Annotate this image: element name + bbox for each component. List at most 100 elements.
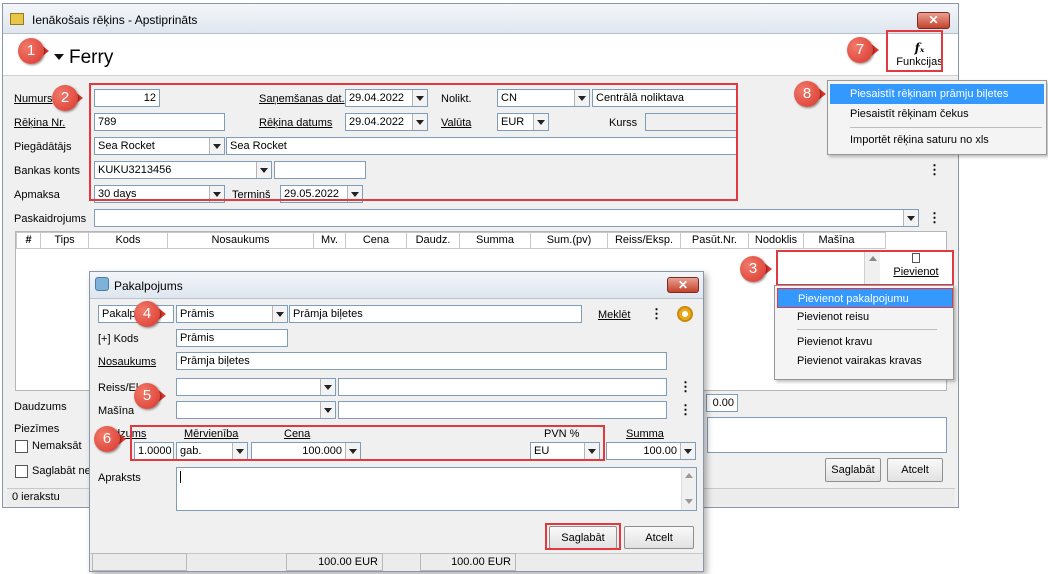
window-close-button[interactable]: ✕ — [917, 12, 950, 29]
annotation-badge-3: 3 — [740, 256, 766, 282]
notes-field[interactable] — [707, 417, 947, 453]
grid-col-header[interactable]: Sum.(pv) — [531, 233, 608, 248]
status-amount-net: 100.00 EUR — [286, 553, 383, 571]
invoice-app-icon — [10, 13, 24, 25]
grid-col-header[interactable]: Kods — [89, 233, 168, 248]
grid-col-header[interactable]: Tips — [41, 233, 89, 248]
explanation-label: Paskaidrojums — [14, 213, 87, 225]
scroll-up-icon[interactable] — [685, 473, 693, 478]
more-options-icon[interactable]: ⋮ — [928, 163, 941, 176]
menu-item-link-ferry-tickets[interactable]: Piesaistīt rēķinam prāmju biļetes — [830, 84, 1044, 104]
description-field[interactable] — [176, 467, 697, 511]
menu-item-add-trip[interactable]: Pievienot reisu — [777, 307, 953, 327]
menu-item-import-xls[interactable]: Importēt rēķina saturu no xls — [830, 130, 1044, 150]
supplier-label: Piegādātājs — [14, 141, 72, 153]
dialog-app-icon — [95, 277, 109, 291]
annotation-badge-5: 5 — [134, 383, 160, 409]
grid-col-header[interactable]: Cena — [346, 233, 407, 248]
sum-value: 100.00 — [643, 445, 677, 457]
settings-gear-icon[interactable] — [677, 306, 693, 322]
grid-col-header[interactable]: Mašīna — [804, 233, 869, 248]
service-dropdown-icon[interactable] — [272, 306, 287, 322]
highlight-header-fields — [89, 83, 738, 201]
payment-label: Apmaksa — [14, 189, 60, 201]
vehicle-dropdown-icon[interactable] — [320, 402, 335, 418]
menu-item-add-cargo[interactable]: Pievienot kravu — [777, 332, 953, 352]
dialog-close-button[interactable]: ✕ — [667, 277, 699, 293]
main-save-button[interactable]: Saglabāt — [825, 458, 881, 482]
menu-item-add-service[interactable]: Pievienot pakalpojumu — [777, 288, 953, 308]
vehicle-label: Mašīna — [98, 405, 135, 417]
chevron-down-icon[interactable] — [54, 54, 64, 60]
description-scrollbar[interactable] — [681, 468, 696, 510]
quantity-total-field: 0.00 — [706, 394, 738, 412]
grid-col-header[interactable]: Pasūt.Nr. — [681, 233, 749, 248]
search-link[interactable]: Meklēt — [598, 309, 630, 321]
main-cancel-button[interactable]: Atcelt — [887, 458, 943, 482]
grid-col-header[interactable]: Nodoklis — [749, 233, 804, 248]
grid-col-header[interactable]: Nosaukums — [168, 233, 314, 248]
service-code-value: Prāmis — [180, 308, 215, 320]
annotation-badge-6: 6 — [94, 426, 120, 452]
annotation-badge-2: 2 — [52, 85, 78, 111]
sum-field[interactable]: 100.00 — [606, 442, 696, 460]
more-options-icon[interactable]: ⋮ — [679, 380, 692, 393]
numurs-label: Numurs — [14, 93, 53, 105]
explanation-select[interactable] — [94, 209, 919, 227]
grid-col-header[interactable]: # — [17, 233, 41, 248]
dont-pay-checkbox[interactable] — [15, 440, 28, 453]
add-button-label: Pievienot — [893, 266, 939, 278]
trip-name-field[interactable] — [338, 378, 667, 396]
vehicle-select[interactable] — [176, 401, 336, 419]
grid-header: # Tips Kods Nosaukums Mv. Cena Daudz. Su… — [16, 232, 886, 249]
menu-item-add-multiple-cargo[interactable]: Pievienot vairakas kravas — [777, 351, 953, 371]
service-name-field[interactable]: Prāmja biļetes — [289, 305, 582, 323]
highlight-functions-button — [886, 30, 943, 72]
save-checkbox[interactable] — [15, 465, 28, 478]
menu-separator — [797, 329, 937, 330]
grid-col-header[interactable]: Reiss/Eksp. — [608, 233, 681, 248]
sum-dropdown-icon[interactable] — [680, 443, 695, 459]
highlight-unit-price-row — [130, 425, 605, 461]
scroll-down-icon[interactable] — [685, 499, 693, 504]
save-checkbox-label: Saglabāt ne — [32, 465, 91, 477]
sum-label: Summa — [626, 428, 664, 440]
window-titlebar: Ienākošais rēķins - Apstiprināts ✕ — [3, 4, 958, 34]
explanation-dropdown-icon[interactable] — [903, 210, 918, 226]
rekina-nr-label: Rēķina Nr. — [14, 117, 66, 129]
document-type-title: Ferry — [69, 47, 114, 68]
more-options-icon[interactable]: ⋮ — [650, 307, 663, 320]
service-code-select[interactable]: Prāmis — [176, 305, 288, 323]
annotation-badge-4: 4 — [134, 301, 160, 327]
code-field[interactable]: Prāmis — [176, 329, 288, 347]
status-empty-cell — [92, 553, 187, 571]
trip-dropdown-icon[interactable] — [320, 379, 335, 395]
notes-label: Piezīmes — [14, 423, 60, 435]
more-options-icon[interactable]: ⋮ — [928, 211, 941, 224]
vehicle-name-field[interactable] — [338, 401, 667, 419]
add-menu-scrollbar[interactable] — [864, 252, 880, 284]
menu-separator — [850, 127, 1042, 128]
quantity-total-label: Daudzums — [14, 401, 67, 413]
header-area — [3, 34, 958, 76]
annotation-badge-7: 7 — [847, 37, 873, 63]
description-label: Apraksts — [98, 472, 141, 484]
name-label: Nosaukums — [98, 356, 157, 368]
new-document-icon — [912, 253, 920, 263]
grid-col-header[interactable]: Summa — [460, 233, 531, 248]
service-label: Pakalp — [102, 308, 136, 320]
record-count: 0 ierakstu — [12, 491, 60, 503]
trip-select[interactable] — [176, 378, 336, 396]
highlight-dialog-save — [545, 523, 621, 550]
code-label: [+] Kods — [98, 333, 139, 345]
name-field[interactable]: Prāmja biļetes — [176, 352, 667, 370]
scroll-up-icon[interactable] — [868, 256, 877, 261]
window-title: Ienākošais rēķins - Apstiprināts — [32, 13, 198, 27]
more-options-icon[interactable]: ⋮ — [679, 403, 692, 416]
dialog-cancel-button[interactable]: Atcelt — [624, 526, 694, 549]
grid-col-header[interactable]: Mv. — [314, 233, 346, 248]
dont-pay-label: Nemaksāt — [32, 440, 82, 452]
menu-item-link-receipts[interactable]: Piesaistīt rēķinam čekus — [830, 104, 1044, 124]
grid-col-header[interactable]: Daudz. — [407, 233, 460, 248]
add-button[interactable]: Pievienot — [884, 251, 948, 283]
